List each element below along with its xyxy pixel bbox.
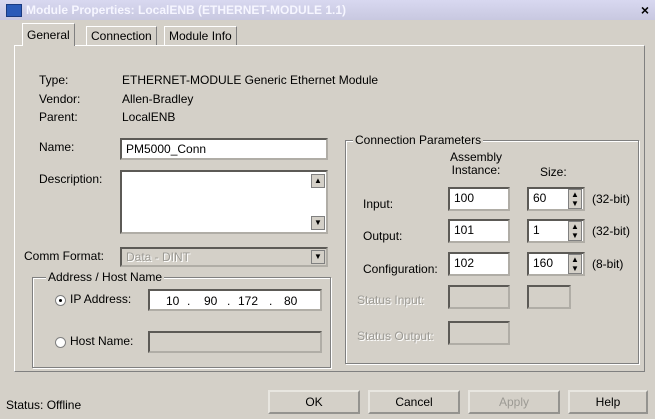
parent-label: Parent: [39, 110, 78, 124]
configuration-unit: (8-bit) [592, 257, 624, 271]
output-instance-field[interactable]: 101 [448, 219, 510, 243]
type-value: ETHERNET-MODULE Generic Ethernet Module [122, 73, 379, 87]
input-unit: (32-bit) [592, 192, 631, 206]
ip-octet-4: 80 [284, 294, 298, 308]
size-header: Size: [540, 165, 567, 179]
ip-dot: . [269, 294, 273, 308]
host-name-field[interactable] [148, 331, 322, 353]
host-name-radio[interactable] [55, 337, 66, 348]
host-name-label: Host Name: [70, 334, 134, 348]
status-output-instance-field[interactable] [448, 321, 510, 345]
input-size-spinner[interactable]: ▲ ▼ [568, 189, 582, 209]
input-label: Input: [363, 197, 394, 211]
ip-octet-3: 172 [238, 294, 259, 308]
status-text: Status: Offline [6, 398, 82, 412]
apply-button[interactable]: Apply [468, 390, 560, 414]
vendor-value: Allen-Bradley [122, 92, 194, 106]
input-instance-field[interactable]: 100 [448, 187, 510, 211]
tab-general[interactable]: General [22, 23, 75, 46]
scroll-up-icon[interactable]: ▲ [311, 174, 325, 188]
status-input-size-field[interactable] [527, 285, 571, 309]
name-field[interactable]: PM5000_Conn [120, 138, 328, 160]
ip-address-radio[interactable] [55, 295, 66, 306]
close-icon[interactable]: × [641, 2, 649, 18]
tab-module-info[interactable]: Module Info [164, 26, 237, 45]
description-textarea[interactable] [120, 170, 328, 234]
vendor-label: Vendor: [39, 92, 81, 106]
configuration-size-spinner[interactable]: ▲ ▼ [568, 254, 582, 274]
name-label: Name: [39, 140, 75, 154]
ip-address-label: IP Address: [70, 292, 132, 306]
output-label: Output: [363, 229, 403, 243]
scroll-down-icon[interactable]: ▼ [311, 216, 325, 230]
ip-dot: . [187, 294, 191, 308]
status-input-instance-field[interactable] [448, 285, 510, 309]
window-title: Module Properties: LocalENB (ETHERNET-MO… [26, 3, 347, 17]
ok-button[interactable]: OK [268, 390, 360, 414]
status-output-label: Status Output: [357, 329, 434, 343]
configuration-label: Configuration: [363, 262, 438, 276]
address-group-title: Address / Host Name [46, 270, 165, 284]
ip-octet-2: 90 [204, 294, 218, 308]
chevron-down-icon[interactable]: ▼ [311, 250, 325, 264]
tab-connection[interactable]: Connection [86, 26, 157, 45]
comm-format-label: Comm Format: [24, 249, 105, 263]
app-icon [6, 4, 22, 17]
ip-dot: . [227, 294, 231, 308]
output-unit: (32-bit) [592, 224, 631, 238]
ip-address-field[interactable]: 10 . 90 . 172 . 80 [148, 289, 322, 311]
status-input-label: Status Input: [357, 293, 425, 307]
assembly-instance-header: Assembly Instance: [450, 150, 503, 177]
output-size-spinner[interactable]: ▲ ▼ [568, 221, 582, 241]
parent-value: LocalENB [122, 110, 176, 124]
comm-format-select[interactable]: Data - DINT [120, 247, 328, 267]
configuration-instance-field[interactable]: 102 [448, 252, 510, 276]
connection-parameters-title: Connection Parameters [353, 133, 484, 147]
title-bar: Module Properties: LocalENB (ETHERNET-MO… [0, 0, 655, 20]
comm-format-value: Data - DINT [126, 250, 191, 264]
type-label: Type: [39, 73, 69, 87]
ip-octet-1: 10 [166, 294, 180, 308]
description-label: Description: [39, 172, 103, 186]
cancel-button[interactable]: Cancel [368, 390, 460, 414]
help-button[interactable]: Help [568, 390, 648, 414]
